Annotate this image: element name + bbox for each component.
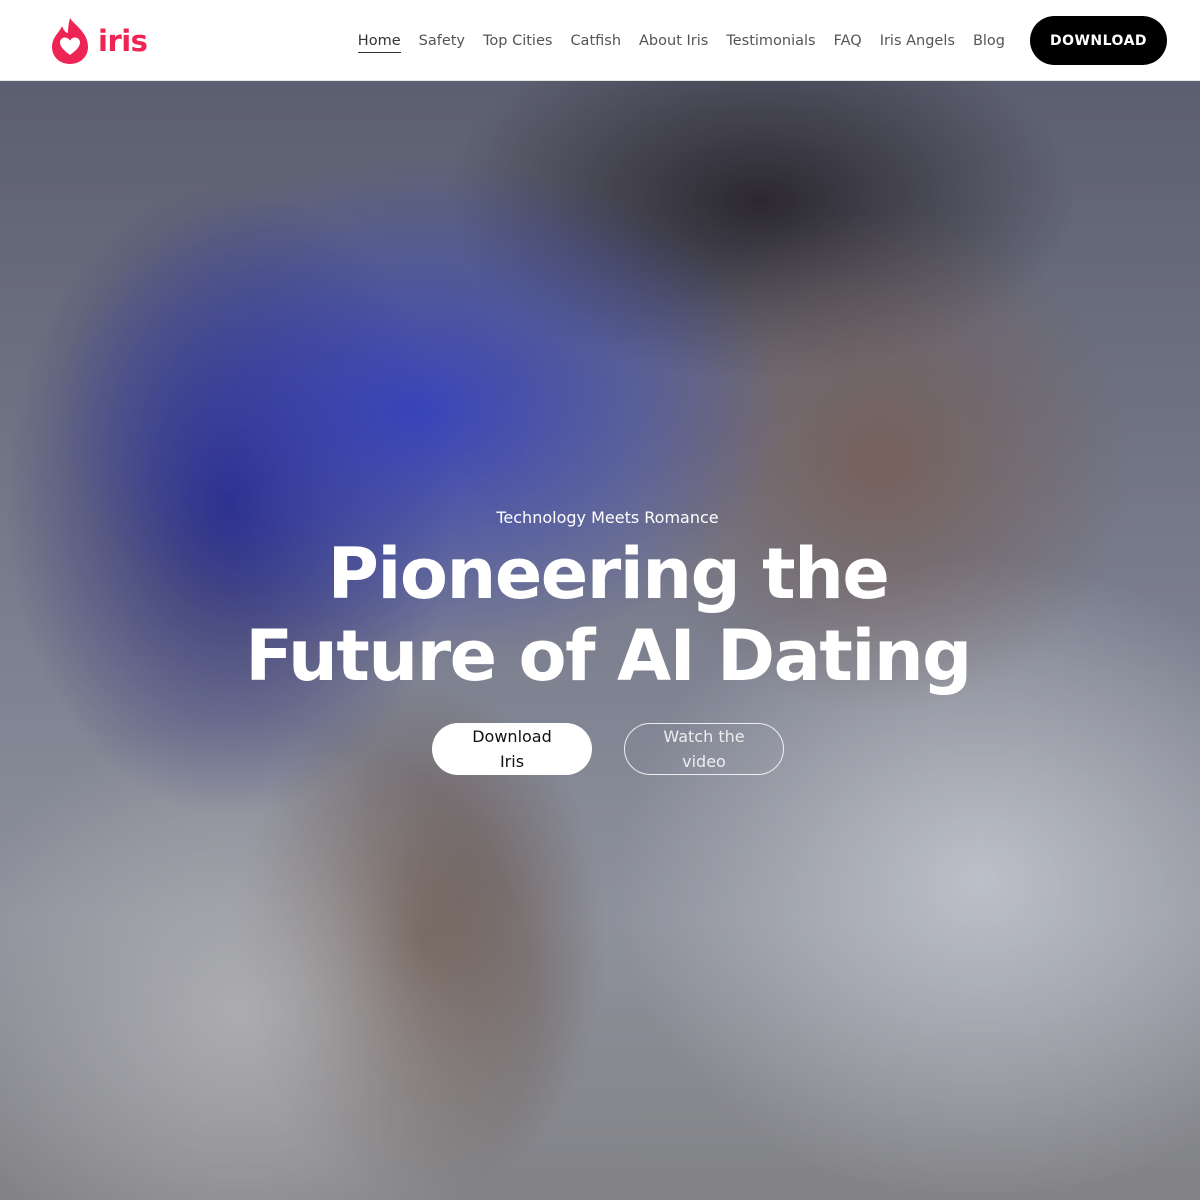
hero-tagline: Technology Meets Romance [496,508,719,527]
nav-item-safety[interactable]: Safety [419,29,465,53]
nav-item-blog[interactable]: Blog [973,29,1005,53]
hero-headline-line-2: Future of AI Dating [245,615,972,697]
hero-content: Technology Meets Romance Pioneering the … [0,81,1200,1200]
nav-item-about-iris[interactable]: About Iris [639,29,708,53]
site-header: iris Home Safety Top Cities Catfish Abou… [0,0,1200,81]
hero-cta-row: Download Iris Watch the video [432,723,784,775]
watch-video-button[interactable]: Watch the video [624,723,784,775]
hero-section: Technology Meets Romance Pioneering the … [0,81,1200,1200]
nav-item-top-cities[interactable]: Top Cities [483,29,552,53]
main-nav: Home Safety Top Cities Catfish About Iri… [357,0,1005,81]
download-iris-button[interactable]: Download Iris [432,723,592,775]
hero-headline: Pioneering the Future of AI Dating [0,533,1200,697]
nav-item-home[interactable]: Home [357,29,401,53]
nav-item-testimonials[interactable]: Testimonials [726,29,815,53]
nav-item-iris-angels[interactable]: Iris Angels [880,29,955,53]
nav-item-faq[interactable]: FAQ [834,29,862,53]
flame-heart-icon [52,18,88,64]
header-download-button[interactable]: DOWNLOAD [1030,16,1167,65]
hero-headline-line-1: Pioneering the [327,533,890,615]
nav-item-catfish[interactable]: Catfish [570,29,621,53]
brand-name: iris [98,23,148,58]
logo-link[interactable]: iris [48,15,148,67]
